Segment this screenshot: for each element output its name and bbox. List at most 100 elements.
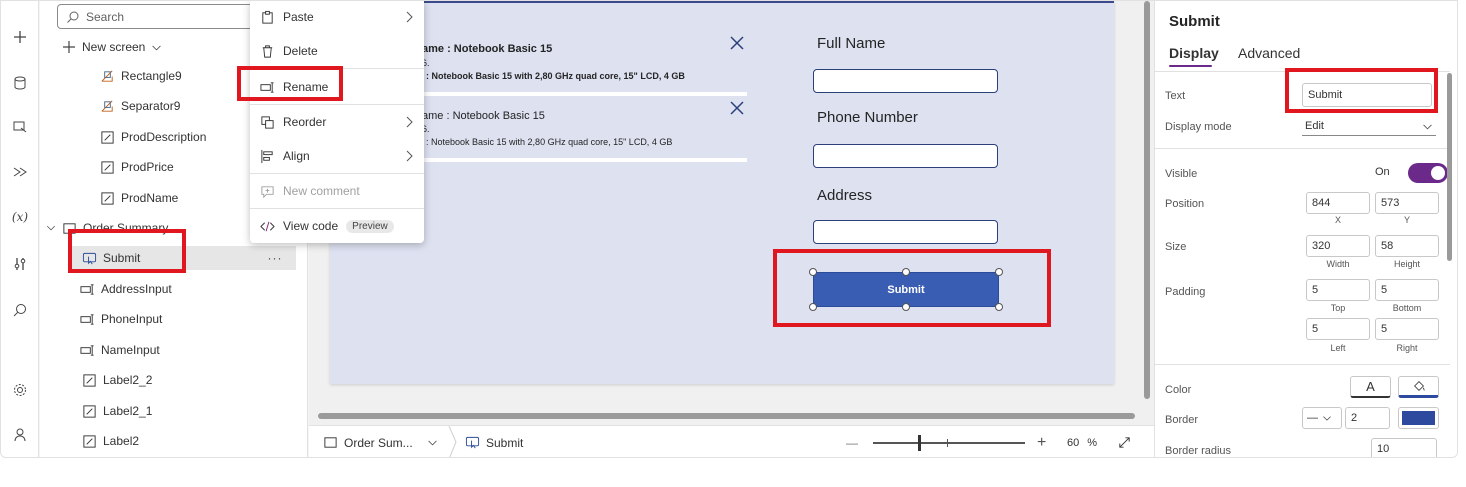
tree-node-rectangle9[interactable]: Rectangle9 [100, 65, 182, 87]
tree-node-label2[interactable]: Label2 [82, 430, 139, 452]
zoom-out-button[interactable]: — [846, 426, 858, 457]
tree-node-prodname[interactable]: ProdName [100, 187, 178, 209]
height-input[interactable]: 58 [1375, 235, 1439, 257]
tree-node-label: ProdDescription [121, 130, 207, 144]
canvas-vertical-scrollbar[interactable] [1144, 1, 1150, 399]
size-label: Size [1165, 241, 1187, 253]
search-placeholder: Search [86, 9, 125, 24]
canvas-horizontal-scrollbar[interactable] [318, 413, 1135, 419]
control-selector[interactable]: Submit [465, 426, 524, 457]
padding-left-input[interactable]: 5 [1306, 318, 1370, 340]
border-width-input[interactable]: 2 [1345, 407, 1390, 429]
font-color-picker[interactable]: A [1350, 376, 1391, 398]
menu-item-rename[interactable]: Rename [250, 72, 424, 102]
height-caption: Height [1393, 259, 1420, 269]
tree-node-separator9[interactable]: Separator9 [100, 95, 180, 117]
label-icon [83, 434, 96, 448]
text-input-icon [80, 313, 94, 325]
border-style-select[interactable]: — [1302, 407, 1342, 429]
tree-node-label2-2[interactable]: Label2_2 [82, 369, 152, 391]
tree-node-phoneinput[interactable]: PhoneInput [80, 308, 162, 330]
menu-item-label: Reorder [283, 115, 327, 129]
menu-item-align[interactable]: Align [250, 141, 424, 171]
search-icon[interactable] [5, 296, 35, 324]
address-input[interactable] [813, 220, 998, 244]
power-automate-icon[interactable] [5, 158, 35, 186]
menu-item-view-code[interactable]: View code Preview [250, 211, 424, 241]
align-icon [261, 149, 273, 163]
fill-color-picker[interactable] [1398, 376, 1439, 398]
menu-item-label: Rename [283, 80, 329, 94]
name-input[interactable] [813, 69, 998, 93]
menu-item-paste[interactable]: Paste [250, 2, 424, 32]
zoom-slider-thumb[interactable] [918, 435, 921, 451]
screen-selector[interactable]: Order Sum... [323, 426, 458, 457]
tab-advanced[interactable]: Advanced [1238, 45, 1300, 61]
padding-right-input[interactable]: 5 [1375, 318, 1439, 340]
variables-icon[interactable]: (x) [5, 203, 35, 231]
resize-handle[interactable] [809, 303, 817, 311]
more-options-button[interactable]: ··· [254, 246, 296, 270]
tree-node-label: Label2_2 [103, 373, 153, 387]
code-icon [260, 221, 275, 231]
tree-node-addressinput[interactable]: AddressInput [80, 278, 172, 300]
new-screen-label: New screen [82, 40, 146, 54]
text-property-label: Text [1165, 90, 1186, 102]
properties-scrollbar[interactable] [1447, 73, 1452, 261]
phone-input[interactable] [813, 144, 998, 168]
preview-badge: Preview [346, 219, 394, 233]
fit-to-window-button[interactable] [1117, 426, 1132, 457]
position-x-input[interactable]: 844 [1306, 192, 1370, 214]
visible-toggle[interactable] [1408, 163, 1448, 183]
zoom-in-button[interactable]: + [1037, 426, 1046, 457]
width-input[interactable]: 320 [1306, 235, 1370, 257]
data-icon[interactable] [5, 69, 35, 97]
remove-item-close-icon[interactable] [729, 100, 745, 116]
menu-item-reorder[interactable]: Reorder [250, 107, 424, 137]
border-radius-input[interactable]: 10 [1371, 438, 1437, 457]
border-color-picker[interactable] [1398, 407, 1439, 429]
label-icon [101, 160, 114, 174]
resize-handle[interactable] [902, 303, 910, 311]
display-mode-select[interactable]: Edit [1302, 116, 1436, 136]
resize-handle[interactable] [995, 268, 1003, 276]
padding-label: Padding [1165, 286, 1206, 298]
padding-left-caption: Left [1330, 343, 1346, 353]
new-screen-button[interactable]: New screen [62, 37, 162, 57]
media-icon[interactable] [5, 113, 35, 141]
chevron-right-icon [406, 11, 413, 23]
tree-node-prodprice[interactable]: ProdPrice [100, 156, 174, 178]
padding-top-input[interactable]: 5 [1306, 279, 1370, 301]
virtual-agent-icon[interactable] [5, 421, 35, 449]
menu-item-new-comment[interactable]: New comment [250, 176, 424, 206]
tree-node-nameinput[interactable]: NameInput [80, 339, 160, 361]
text-property-input[interactable]: Submit [1302, 83, 1432, 107]
tree-node-proddescription[interactable]: ProdDescription [100, 126, 206, 148]
menu-item-label: Align [283, 149, 310, 163]
tab-display[interactable]: Display [1169, 45, 1219, 61]
tree-node-label: Submit [103, 251, 141, 265]
resize-handle[interactable] [809, 268, 817, 276]
active-tab-indicator [1169, 65, 1212, 67]
control-selector-label: Submit [486, 435, 524, 450]
visible-label: Visible [1165, 168, 1198, 180]
app-canvas[interactable]: ame : Notebook Basic 15 6. : Notebook Ba… [330, 1, 1114, 384]
tree-node-order-summary[interactable]: Order Summary [46, 217, 168, 239]
resize-handle[interactable] [995, 303, 1003, 311]
menu-item-delete[interactable]: Delete [250, 36, 424, 66]
insert-icon[interactable] [5, 23, 35, 51]
padding-bottom-input[interactable]: 5 [1375, 279, 1439, 301]
resize-handle[interactable] [902, 268, 910, 276]
menu-item-label: Paste [283, 10, 314, 24]
gallery-prod-description: : Notebook Basic 15 with 2,80 GHz quad c… [426, 137, 673, 147]
tree-node-label2-1[interactable]: Label2_1 [82, 400, 152, 422]
menu-item-label: New comment [283, 184, 360, 198]
zoom-slider-track[interactable] [873, 442, 1025, 444]
tree-node-submit[interactable]: Submit [82, 247, 140, 269]
advanced-tools-icon[interactable] [5, 250, 35, 278]
submit-button[interactable]: Submit [813, 272, 999, 307]
settings-icon[interactable] [5, 376, 35, 404]
position-y-input[interactable]: 573 [1375, 192, 1439, 214]
zoom-level: 60 % [1067, 426, 1097, 457]
remove-item-close-icon[interactable] [729, 35, 745, 51]
